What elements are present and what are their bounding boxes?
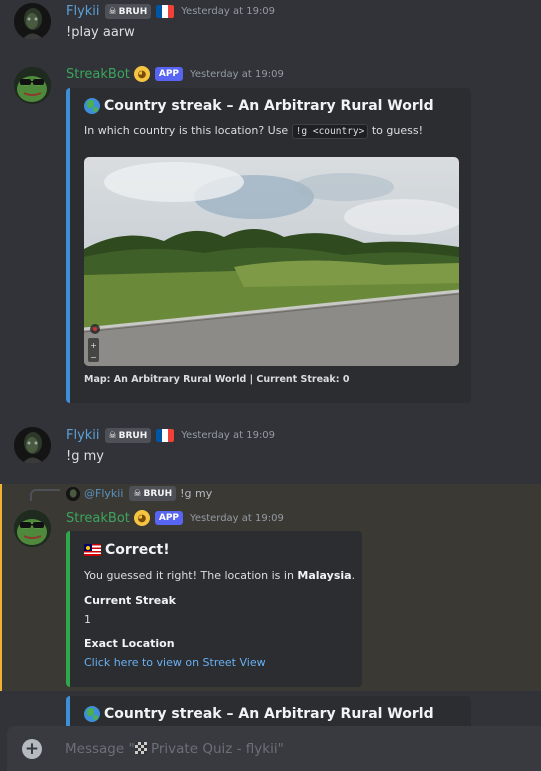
skull-icon: ☠ [133, 488, 142, 499]
embed-footer: Map: An Arbitrary Rural World | Current … [84, 374, 350, 385]
timestamp[interactable]: Yesterday at 19:09 [181, 6, 275, 17]
globe-icon [84, 706, 100, 722]
embed-correct: Correct! You guessed it right! The locat… [66, 531, 362, 687]
globe-icon [84, 98, 100, 114]
timestamp[interactable]: Yesterday at 19:09 [181, 430, 275, 441]
username[interactable]: Flykii [66, 4, 100, 19]
france-flag-icon [156, 5, 175, 18]
field-name-exact-location: Exact Location [84, 637, 175, 650]
add-attachment-button[interactable]: + [22, 739, 42, 759]
avatar-flykii[interactable] [14, 3, 51, 40]
command-code: !g <country> [291, 124, 369, 139]
embed-title: Country streak – An Arbitrary Rural Worl… [84, 706, 434, 722]
france-flag-icon [156, 429, 175, 442]
username[interactable]: StreakBot [66, 67, 130, 82]
reply-reference[interactable]: @Flykii ☠ BRUH !g my [66, 486, 212, 501]
reply-connector [30, 489, 60, 501]
field-name-current-streak: Current Streak [84, 594, 176, 607]
country-name: Malaysia [297, 569, 352, 582]
server-tag: ☠ BRUH [129, 486, 177, 501]
smirk-face-icon: ◕ [133, 66, 150, 82]
svg-text:−: − [90, 353, 97, 362]
username[interactable]: Flykii [66, 428, 100, 443]
username[interactable]: StreakBot [66, 511, 130, 526]
server-tag[interactable]: ☠ BRUH [104, 428, 152, 443]
checkered-flag-icon [134, 742, 147, 754]
timestamp[interactable]: Yesterday at 19:09 [190, 69, 284, 80]
embed-country-streak: Country streak – An Arbitrary Rural Worl… [66, 88, 471, 403]
skull-icon: ☠ [108, 6, 117, 17]
field-value-current-streak: 1 [84, 613, 91, 626]
app-badge: APP [154, 511, 184, 525]
message-composer: + Message " Private Quiz - flykii" [7, 726, 541, 771]
timestamp[interactable]: Yesterday at 19:09 [190, 513, 284, 524]
skull-icon: ☠ [108, 430, 117, 441]
message-text: !play aarw [66, 25, 135, 40]
message-text: !g my [66, 449, 104, 464]
smirk-face-icon: ◕ [133, 510, 150, 526]
reply-mention[interactable]: @Flykii [84, 487, 123, 500]
reply-avatar [66, 486, 80, 501]
avatar-streakbot[interactable] [14, 510, 51, 547]
embed-description: In which country is this location? Use !… [84, 124, 423, 139]
server-tag[interactable]: ☠ BRUH [104, 4, 152, 19]
app-badge: APP [154, 67, 184, 81]
embed-description: You guessed it right! The location is in… [84, 569, 356, 582]
svg-text:+: + [90, 341, 97, 350]
malaysia-flag-icon [84, 544, 101, 556]
reply-text: !g my [180, 487, 213, 500]
embed-title: Correct! [84, 542, 170, 558]
embed-title: Country streak – An Arbitrary Rural Worl… [84, 98, 434, 114]
avatar-streakbot[interactable] [14, 67, 51, 104]
message-input[interactable]: Message " Private Quiz - flykii" [65, 738, 525, 760]
street-view-image[interactable]: + − [84, 157, 459, 366]
street-view-link[interactable]: Click here to view on Street View [84, 656, 266, 669]
avatar-flykii[interactable] [14, 427, 51, 464]
